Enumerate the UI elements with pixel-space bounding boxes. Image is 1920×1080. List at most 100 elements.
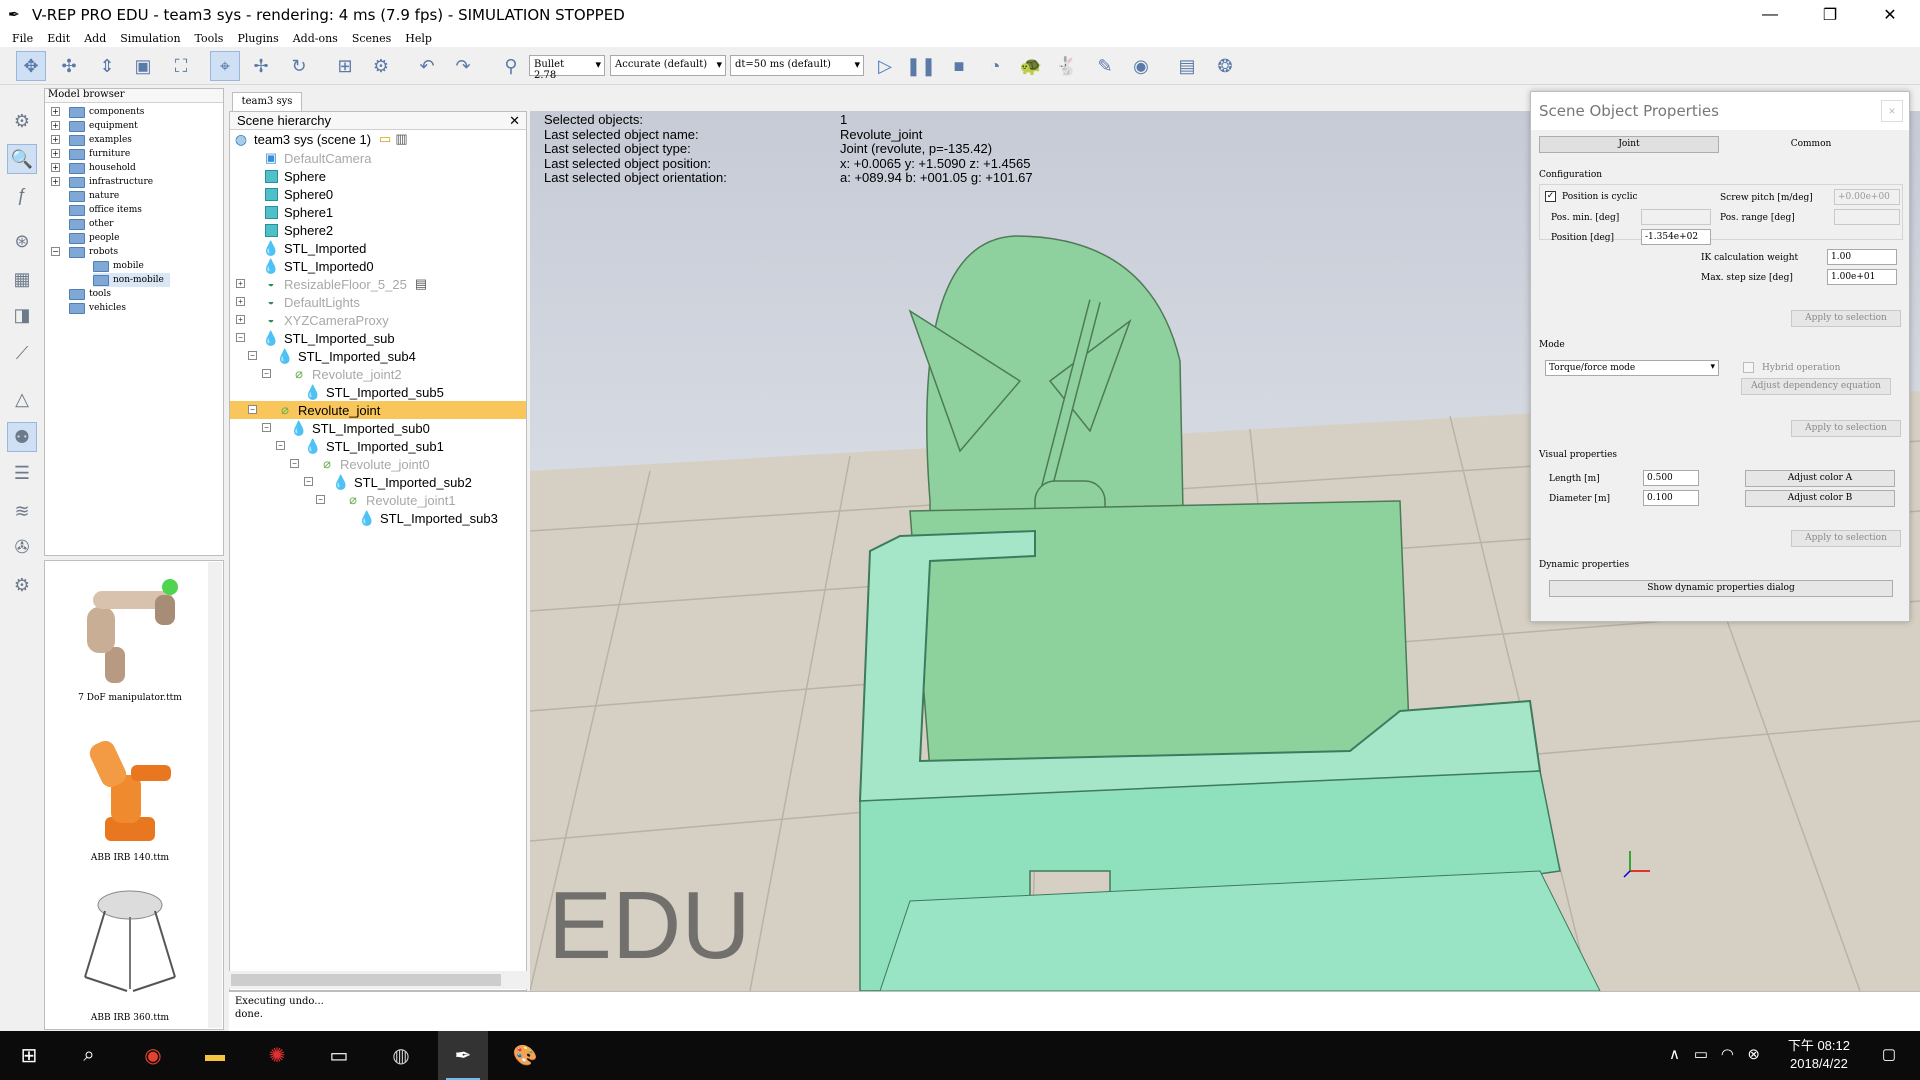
hierarchy-item[interactable]: − ⌀ Revolute_joint1 [316, 491, 456, 509]
menu-tools[interactable]: Tools [195, 32, 224, 45]
hierarchy-item[interactable]: + ◒ DefaultLights [236, 293, 360, 311]
fit-to-view-icon[interactable]: ⛶ [166, 51, 196, 81]
adjust-dependency-button[interactable]: Adjust dependency equation [1741, 378, 1891, 395]
model-folder[interactable]: people [69, 231, 119, 245]
hybrid-checkbox[interactable]: Hybrid operation [1743, 362, 1840, 373]
transfer-dna-icon[interactable]: ⚙ [366, 51, 396, 81]
scene-tab[interactable]: team3 sys [232, 92, 302, 112]
model-folder[interactable]: + infrastructure [51, 175, 153, 189]
stop-icon[interactable]: ■ [944, 51, 974, 81]
hierarchy-item[interactable]: 💧 STL_Imported_sub3 [358, 509, 498, 527]
game-app-icon[interactable]: ✺ [252, 1031, 302, 1080]
camera-pan-icon[interactable]: ✥ [16, 51, 46, 81]
camera-shift-icon[interactable]: ⇕ [92, 51, 122, 81]
timestep-select[interactable]: dt=50 ms (default) [730, 55, 864, 76]
menu-help[interactable]: Help [405, 32, 432, 45]
simulation-settings-icon[interactable]: ⚙ [7, 106, 37, 136]
terminal-icon[interactable]: ▭ [314, 1031, 364, 1080]
mode-select[interactable]: Torque/force mode ▾ [1545, 360, 1719, 376]
video-recorder-icon[interactable]: ✇ [7, 532, 37, 562]
taskbar-clock[interactable]: 下午 08:12 2018/4/22 [1788, 1037, 1850, 1073]
hierarchy-item[interactable]: Sphere [264, 167, 326, 185]
menu-add[interactable]: Add [84, 32, 106, 45]
adjust-color-a-button[interactable]: Adjust color A [1745, 470, 1895, 487]
hierarchy-item[interactable]: Sphere2 [264, 221, 333, 239]
model-folder[interactable]: vehicles [69, 301, 126, 315]
file-explorer-icon[interactable]: ▬ [190, 1031, 240, 1080]
menu-plugins[interactable]: Plugins [237, 32, 278, 45]
dynamics-toggle-icon[interactable]: ⚲ [496, 51, 526, 81]
chevron-up-icon[interactable]: ∧ [1669, 1045, 1680, 1063]
adjust-color-b-button[interactable]: Adjust color B [1745, 490, 1895, 507]
faster-icon[interactable]: 🐇 [1052, 51, 1082, 81]
apply-to-selection-button[interactable]: Apply to selection [1791, 420, 1901, 437]
tab-common[interactable]: Common [1721, 136, 1901, 153]
ik-weight-field[interactable]: 1.00 [1827, 249, 1897, 265]
hierarchy-horizontal-scrollbar[interactable] [229, 971, 527, 989]
hierarchy-item[interactable]: ▣ DefaultCamera [264, 149, 372, 167]
wifi-icon[interactable]: ◠ [1721, 1045, 1734, 1063]
menu-scenes[interactable]: Scenes [352, 32, 391, 45]
hierarchy-item[interactable]: − 💧 STL_Imported_sub2 [304, 473, 472, 491]
model-folder[interactable]: + components [51, 105, 144, 119]
close-button[interactable]: ✕ [1860, 0, 1920, 29]
pos-min-field[interactable] [1641, 209, 1711, 225]
hierarchy-item[interactable]: 💧 STL_Imported_sub5 [304, 383, 444, 401]
diameter-field[interactable]: 0.100 [1643, 490, 1699, 506]
scene-selector-icon[interactable]: ❂ [1210, 51, 1240, 81]
position-field[interactable]: -1.354e+02 [1641, 229, 1711, 245]
accuracy-select[interactable]: Accurate (default) [610, 55, 726, 76]
model-folder[interactable]: tools [69, 287, 111, 301]
physics-engine-select[interactable]: Bullet 2.78 [529, 55, 605, 81]
model-folder[interactable]: mobile [93, 259, 144, 273]
model-thumbnail-7dof[interactable] [65, 567, 195, 697]
hierarchy-item[interactable]: Sphere1 [264, 203, 333, 221]
thread-icon[interactable]: ✎ [1090, 51, 1120, 81]
undo-icon[interactable]: ↶ [412, 51, 442, 81]
hierarchy-item[interactable]: − 💧 STL_Imported_sub0 [262, 419, 430, 437]
model-folder[interactable]: other [69, 217, 113, 231]
minimize-button[interactable]: — [1740, 0, 1800, 29]
model-thumbnail-abb-irb140[interactable] [65, 725, 195, 853]
assemble-icon[interactable]: ⊞ [330, 51, 360, 81]
model-folder-selected[interactable]: non-mobile [93, 273, 170, 287]
cyclic-checkbox[interactable]: ✓ Position is cyclic [1545, 191, 1638, 202]
tab-joint[interactable]: Joint [1539, 136, 1719, 153]
show-dynamic-properties-button[interactable]: Show dynamic properties dialog [1549, 580, 1893, 597]
model-thumbnail-abb-irb360[interactable] [65, 881, 195, 1009]
camera-angle-icon[interactable]: ▣ [128, 51, 158, 81]
model-folder[interactable]: + furniture [51, 147, 130, 161]
sphere-app-icon[interactable]: ◍ [376, 1031, 426, 1080]
zoom-icon[interactable]: 🔍 [7, 144, 37, 174]
hierarchy-item[interactable]: ◍ team3 sys (scene 1) ▭ ▥ [234, 130, 408, 148]
vrep-taskbar-icon[interactable]: ✒ [438, 1031, 488, 1080]
thumbnail-scrollbar[interactable] [208, 562, 222, 1028]
hierarchy-item[interactable]: − ⌀ Revolute_joint0 [290, 455, 430, 473]
hierarchy-item[interactable]: 💧 STL_Imported0 [262, 257, 373, 275]
layers-icon[interactable]: ≋ [7, 496, 37, 526]
selection-icon[interactable]: △ [7, 384, 37, 414]
path-edit-icon[interactable]: ⟋ [7, 338, 37, 368]
model-folder[interactable]: − robots [51, 245, 118, 259]
model-folder[interactable]: nature [69, 189, 119, 203]
hierarchy-item-selected[interactable]: − ⌀ Revolute_joint [230, 401, 526, 419]
length-field[interactable]: 0.500 [1643, 470, 1699, 486]
shape-edit-icon[interactable]: ◨ [7, 300, 37, 330]
hierarchy-item[interactable]: + ◒ XYZCameraProxy [236, 311, 389, 329]
pause-icon[interactable]: ❚❚ [906, 51, 936, 81]
model-folder[interactable]: office items [69, 203, 142, 217]
search-icon[interactable]: ⌕ [64, 1031, 114, 1080]
model-folder[interactable]: + equipment [51, 119, 138, 133]
calculation-modules-icon[interactable]: ƒ [7, 180, 37, 210]
volume-muted-icon[interactable]: ⊗ [1747, 1045, 1760, 1063]
menu-simulation[interactable]: Simulation [120, 32, 180, 45]
scene-hierarchy-icon[interactable]: ☰ [7, 458, 37, 488]
page-selector-icon[interactable]: ▤ [1172, 51, 1202, 81]
redo-icon[interactable]: ↷ [448, 51, 478, 81]
object-shift-icon[interactable]: ✢ [246, 51, 276, 81]
visualization-icon[interactable]: ◉ [1126, 51, 1156, 81]
model-folder[interactable]: + household [51, 161, 136, 175]
hierarchy-item[interactable]: 💧 STL_Imported [262, 239, 366, 257]
menu-addons[interactable]: Add-ons [293, 32, 338, 45]
restore-button[interactable]: ❐ [1800, 0, 1860, 29]
